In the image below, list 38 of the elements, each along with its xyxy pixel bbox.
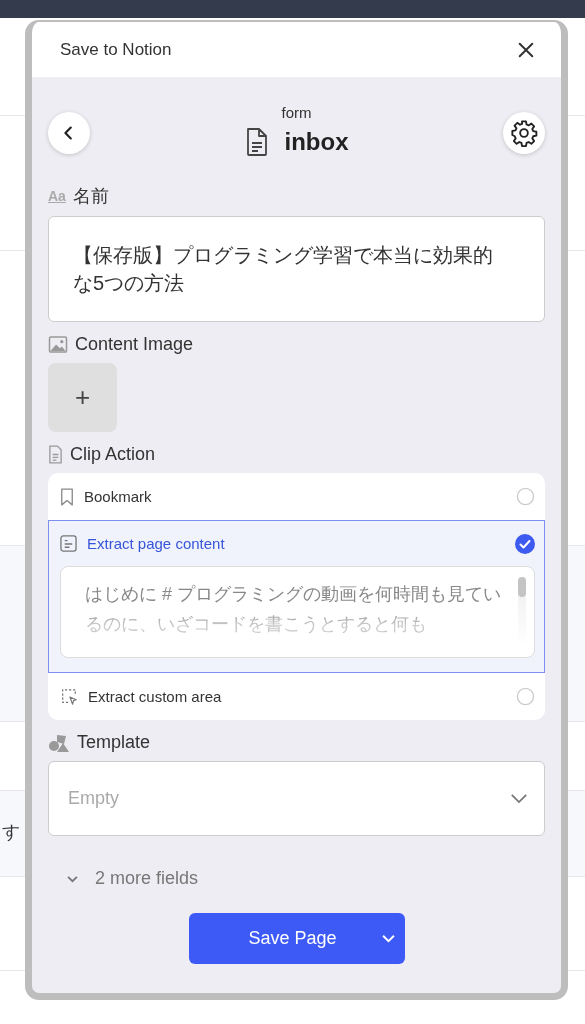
radio-icon[interactable] [516, 487, 535, 506]
checked-radio-icon[interactable] [515, 533, 535, 554]
option-label: Extract page content [87, 535, 226, 552]
field-label: Template [77, 732, 151, 753]
chevron-down-icon [66, 874, 79, 883]
bookmark-icon [60, 487, 74, 506]
clip-option[interactable]: Extract page content はじめに # プログラミングの動画を何時間も見ているのに、いざコードを書こうとすると何も [48, 520, 545, 673]
preview-text: はじめに # プログラミングの動画を何時間も見ているのに、いざコードを書こうとすると何も [85, 583, 502, 636]
caret-icon [381, 934, 396, 943]
page-text-fragment: す [2, 821, 20, 844]
database-name[interactable]: inbox [284, 128, 349, 156]
save-options-button[interactable] [372, 913, 405, 964]
more-fields-toggle[interactable]: 2 more fields [48, 868, 199, 889]
field-label: 名前 [72, 185, 109, 208]
add-image-button[interactable]: + [48, 363, 117, 432]
text-property-icon: Aa [48, 188, 66, 204]
option-label: Bookmark [84, 488, 153, 505]
chevron-down-icon [510, 793, 528, 804]
radio-icon[interactable] [516, 687, 535, 706]
field-label: Clip Action [70, 444, 156, 465]
clip-option[interactable]: Bookmark [48, 473, 545, 520]
shapes-icon [48, 732, 70, 753]
option-label: Extract custom area [88, 688, 223, 705]
document-icon [244, 127, 269, 157]
name-field[interactable]: 【保存版】プログラミング学習で本当に効果的な5つの方法 [48, 216, 545, 322]
settings-icon [510, 119, 538, 147]
settings-button[interactable] [503, 112, 545, 154]
field-label: Content Image [75, 334, 194, 355]
close-icon[interactable] [517, 40, 535, 59]
text-lines-icon [60, 535, 77, 552]
selection-cursor-icon [60, 687, 78, 706]
document-icon [48, 445, 63, 464]
image-icon [48, 336, 68, 353]
dialog-title: Save to Notion [60, 39, 172, 60]
back-button[interactable] [48, 112, 90, 154]
save-page-button[interactable]: Save Page [188, 913, 373, 964]
clip-option[interactable]: Extract custom area [48, 673, 545, 720]
database-type-label: form [281, 104, 312, 121]
